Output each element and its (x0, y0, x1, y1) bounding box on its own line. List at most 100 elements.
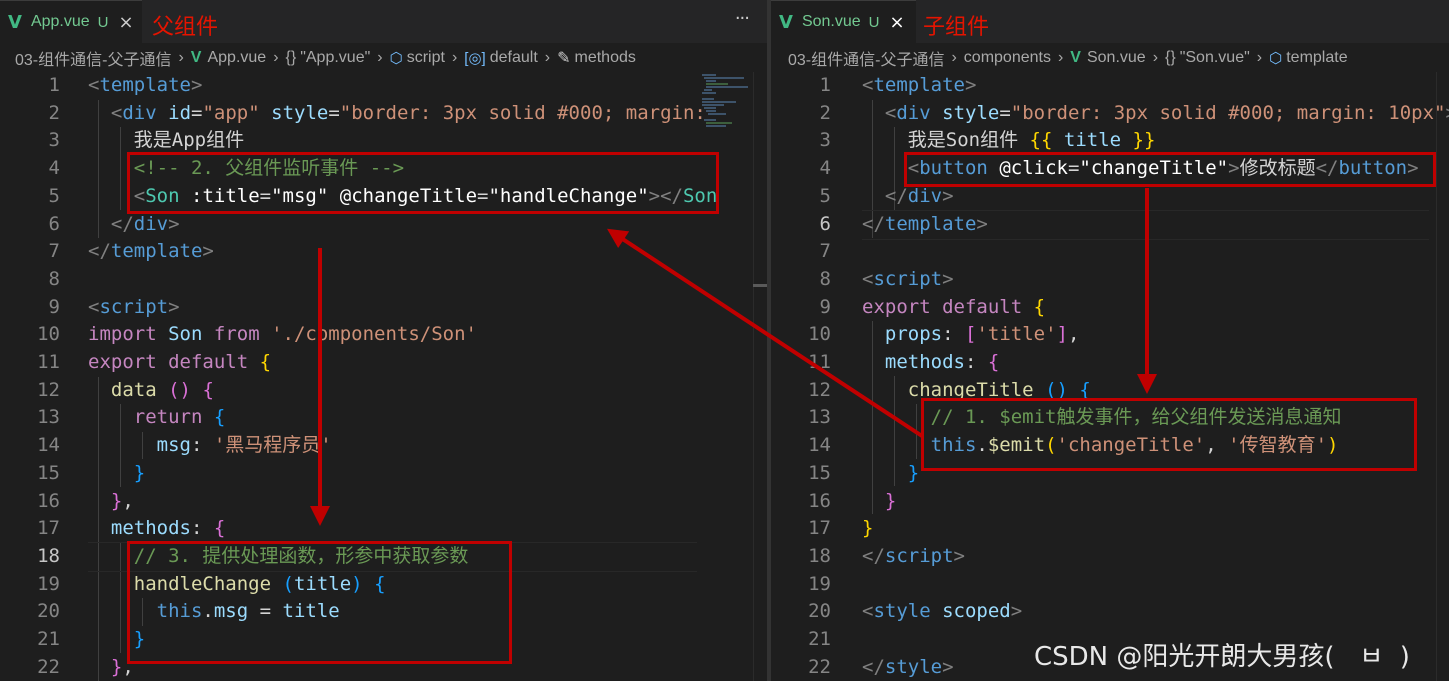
line-number: 16 (808, 489, 831, 512)
code-line: 3 我是Son组件 {{ title }} (771, 127, 1449, 155)
line-number: 13 (37, 406, 60, 429)
tab-bar: V Son.vue U × 子组件 (771, 0, 1449, 43)
code-line: 3 我是App组件 (0, 127, 767, 155)
line-number: 17 (37, 517, 60, 540)
breadcrumb-script[interactable]: ⬡ script (390, 49, 445, 67)
braces-icon: {} (1165, 49, 1176, 66)
breadcrumb-module[interactable]: {} "Son.vue" (1165, 49, 1250, 67)
code-line: 17 methods: { (0, 515, 767, 543)
close-icon[interactable]: × (119, 12, 134, 33)
line-number: 12 (808, 378, 831, 401)
line-number: 20 (808, 600, 831, 623)
code-line: 17} (771, 515, 1449, 543)
code-line: 11 export default { (0, 349, 767, 377)
line-number: 10 (808, 323, 831, 346)
code-line: 16 }, (0, 488, 767, 516)
chevron-right-icon: › (1057, 49, 1064, 66)
scrollbar-cursor-marker (753, 284, 767, 287)
minimap[interactable] (698, 72, 753, 162)
chevron-right-icon: › (1152, 49, 1159, 66)
untracked-badge: U (97, 13, 109, 31)
breadcrumb-folder[interactable]: 03-组件通信-父子通信 (15, 46, 171, 70)
line-number: 22 (37, 655, 60, 678)
more-actions-icon[interactable]: ··· (735, 8, 750, 29)
line-number: 9 (819, 295, 831, 318)
breadcrumb-file[interactable]: V Son.vue (1070, 49, 1145, 67)
code-line: 6 </div> (0, 211, 767, 239)
line-number: 3 (819, 129, 831, 152)
code-line: 1 <template> (771, 72, 1449, 100)
code-line: 19 (771, 571, 1449, 599)
breadcrumb-label: Son.vue (1086, 49, 1146, 66)
tab-son-vue[interactable]: V Son.vue U × (771, 0, 916, 43)
breadcrumb-template[interactable]: ⬡ template (1269, 49, 1347, 67)
code-line: 8 (0, 266, 767, 294)
annotation-box-emit (921, 398, 1417, 471)
breadcrumb-methods[interactable]: ✎ methods (557, 48, 636, 68)
annotation-child-label: 子组件 (923, 15, 990, 40)
code-line: 9 <script> (0, 294, 767, 322)
code-line: 7 (771, 238, 1449, 266)
close-icon[interactable]: × (890, 12, 905, 33)
code-line: 9 export default { (771, 294, 1449, 322)
vue-icon: V (1070, 49, 1081, 66)
chevron-right-icon: › (178, 49, 184, 66)
code-line: 2 <div style="border: 3px solid #000; ma… (771, 100, 1449, 128)
breadcrumb-label: template (1286, 49, 1348, 66)
tab-label: Son.vue (801, 13, 861, 30)
chevron-right-icon: › (377, 49, 383, 66)
line-number: 6 (48, 212, 60, 235)
line-number: 2 (48, 101, 60, 124)
line-number: 18 (37, 544, 60, 567)
line-number: 11 (808, 351, 831, 373)
breadcrumb-components[interactable]: components (964, 49, 1051, 67)
line-number: 4 (48, 157, 60, 180)
line-number: 8 (819, 267, 831, 290)
annotation-box-button (904, 152, 1436, 187)
line-number: 17 (808, 517, 831, 540)
breadcrumb-module[interactable]: {} "App.vue" (286, 49, 371, 67)
tab-label: App.vue (30, 13, 90, 30)
code-line: 10 import Son from './components/Son' (0, 321, 767, 349)
breadcrumb-default[interactable]: [◎] default (464, 49, 537, 67)
line-number: 7 (48, 240, 60, 263)
code-line: 2 <div id="app" style="border: 3px solid… (0, 100, 767, 128)
line-number: 12 (37, 378, 60, 401)
line-number: 14 (808, 434, 831, 457)
line-number: 5 (819, 184, 831, 207)
line-number: 1 (48, 74, 60, 96)
line-number: 19 (37, 572, 60, 595)
breadcrumb-label: methods (574, 49, 636, 66)
line-number: 16 (37, 489, 60, 512)
code-line: 11 methods: { (771, 349, 1449, 377)
line-number: 7 (819, 240, 831, 263)
line-number: 10 (37, 323, 60, 346)
breadcrumb-label: default (489, 49, 538, 66)
line-number: 15 (808, 461, 831, 484)
untracked-badge: U (868, 13, 880, 31)
line-number: 8 (48, 267, 60, 290)
editor-pane-app: V App.vue U × 父组件 ··· 03-组件通信-父子通信 › V Ap… (0, 0, 767, 681)
code-line: 13 return { (0, 404, 767, 432)
editor-pane-son: V Son.vue U × 子组件 03-组件通信-父子通信 › compone… (771, 0, 1449, 681)
wrench-icon: ✎ (557, 50, 571, 67)
breadcrumb-folder[interactable]: 03-组件通信-父子通信 (788, 46, 944, 70)
vue-icon: V (8, 11, 22, 33)
breadcrumb-label: script (406, 49, 445, 66)
code-line: 14 msg: '黑马程序员' (0, 432, 767, 460)
tab-app-vue[interactable]: V App.vue U × (0, 0, 142, 43)
line-number: 21 (37, 628, 60, 650)
line-number: 22 (808, 655, 831, 678)
code-line: 10 props: ['title'], (771, 321, 1449, 349)
code-line: 20 <style scoped> (771, 598, 1449, 626)
line-number: 21 (808, 628, 831, 650)
chevron-right-icon: › (951, 49, 957, 66)
vue-icon: V (779, 11, 793, 33)
breadcrumb-file[interactable]: V App.vue (191, 49, 266, 67)
code-line: 16 } (771, 488, 1449, 516)
line-number: 18 (808, 544, 831, 567)
line-number: 14 (37, 434, 60, 457)
chevron-right-icon: › (273, 49, 279, 66)
vertical-scrollbar[interactable] (753, 72, 767, 681)
vertical-scrollbar[interactable] (1436, 72, 1449, 681)
